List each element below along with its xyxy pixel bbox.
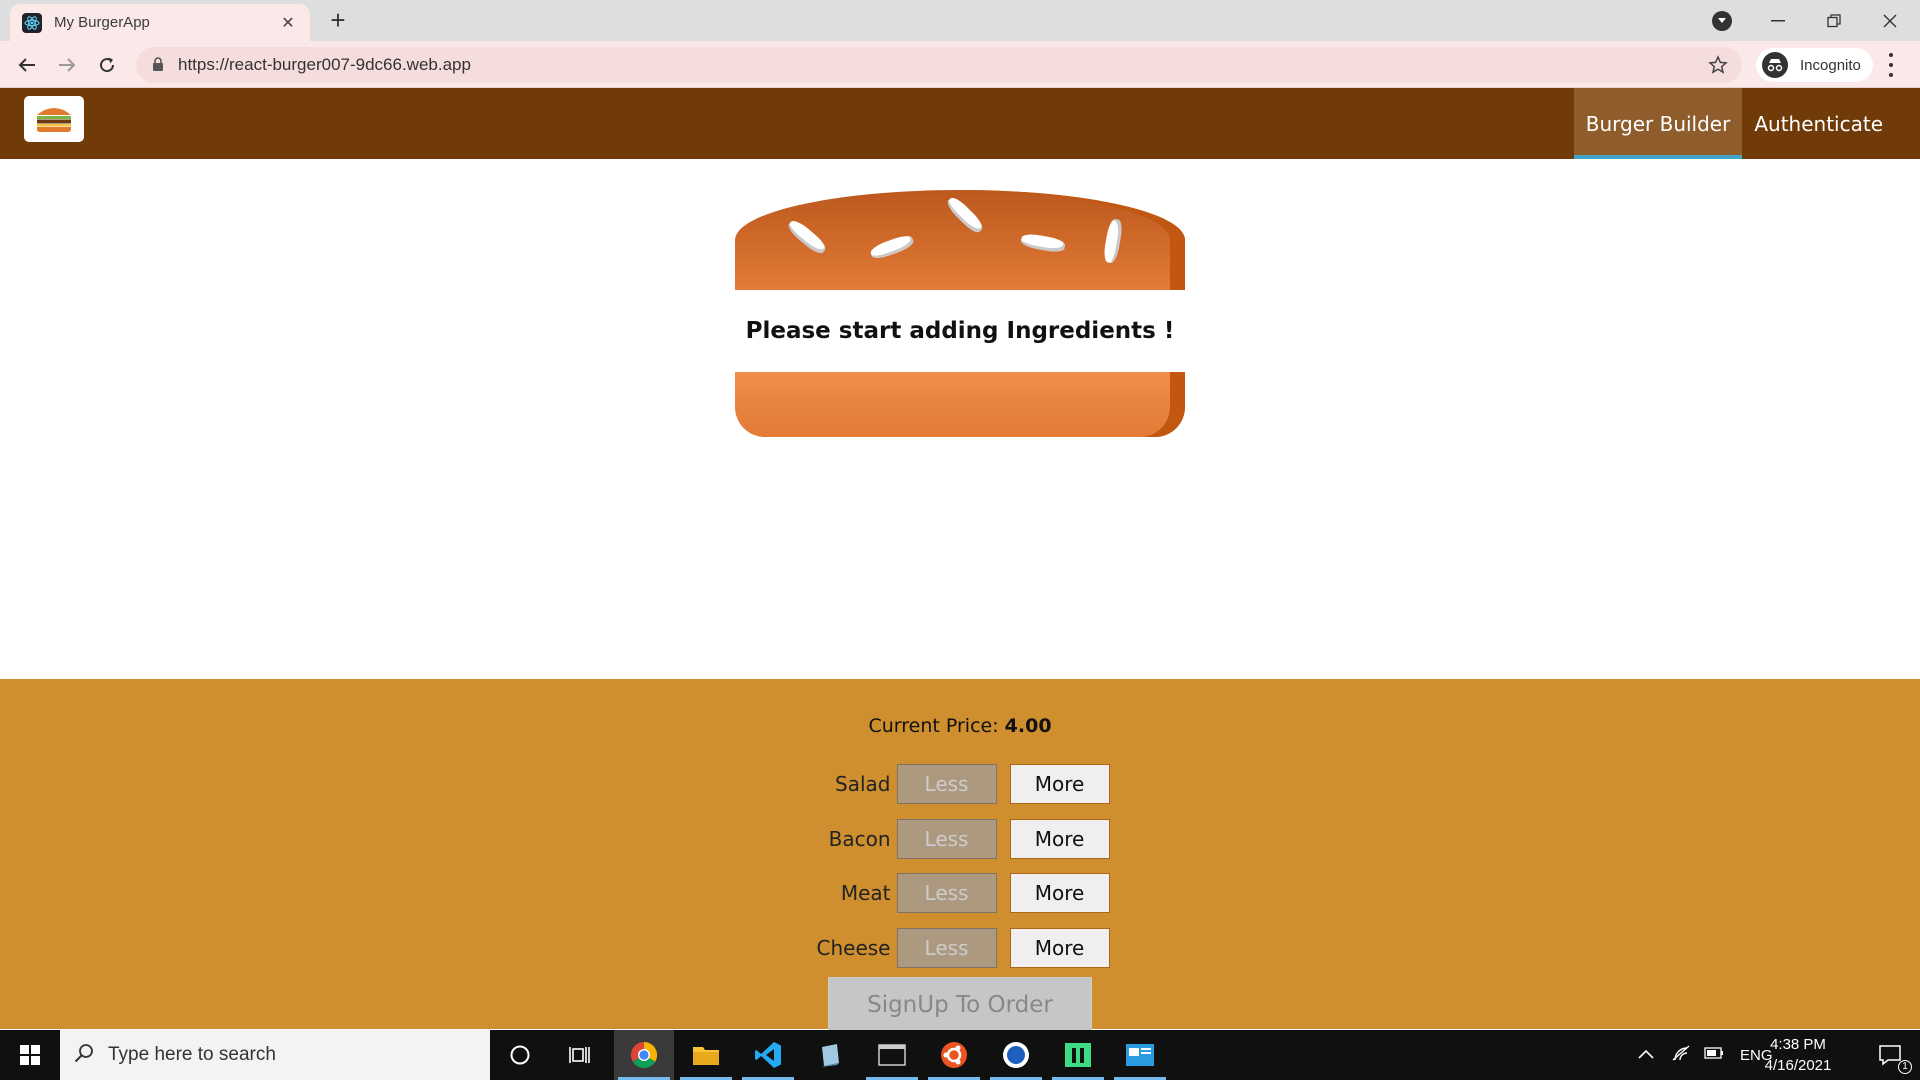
app-icon[interactable] [800, 1030, 860, 1080]
more-bacon-button[interactable]: More [1009, 819, 1110, 859]
file-explorer-icon[interactable] [676, 1030, 736, 1080]
tab-search-dropdown-icon[interactable] [1712, 11, 1732, 31]
bread-top [735, 190, 1185, 290]
less-bacon-button[interactable]: Less [896, 819, 997, 859]
notification-icon[interactable]: 1 [1860, 1030, 1920, 1080]
browser-menu-icon[interactable] [1886, 53, 1896, 77]
ingredient-control-meat: Meat Less More [0, 872, 1920, 914]
more-meat-button[interactable]: More [1009, 873, 1110, 913]
clock-time: 4:38 PM [1770, 1036, 1826, 1053]
ingredient-control-bacon: Bacon Less More [0, 818, 1920, 860]
burger-preview: Please start adding Ingredients ! [735, 190, 1185, 437]
terminal-icon[interactable] [862, 1030, 922, 1080]
seed [1102, 218, 1124, 264]
incognito-label: Incognito [1800, 56, 1861, 74]
less-meat-button[interactable]: Less [896, 873, 997, 913]
cortana-icon[interactable] [490, 1030, 550, 1080]
ingredient-control-cheese: Cheese Less More [0, 927, 1920, 969]
chevron-up-icon[interactable] [1638, 1046, 1654, 1064]
ingredient-label: Bacon [828, 827, 891, 851]
ingredient-label: Salad [835, 772, 891, 796]
taskbar-search-box[interactable]: Type here to search [60, 1030, 490, 1080]
search-placeholder: Type here to search [108, 1044, 276, 1065]
main-navigation: Burger Builder Authenticate [1573, 88, 1920, 159]
bookmark-star-icon[interactable] [1708, 55, 1728, 79]
windows-start-icon[interactable] [0, 1030, 60, 1080]
price-label: Current Price: [868, 715, 999, 737]
more-salad-button[interactable]: More [1009, 764, 1110, 804]
reload-icon[interactable] [93, 51, 121, 79]
current-price: Current Price: 4.00 [0, 715, 1920, 737]
restore-icon[interactable] [1806, 0, 1862, 41]
clock-date: 4/16/2021 [1764, 1057, 1832, 1074]
seed [1020, 232, 1066, 254]
search-icon [74, 1043, 94, 1067]
burger-logo-icon [37, 108, 71, 132]
system-tray: ENG [1638, 1030, 1773, 1080]
app-icon[interactable] [1048, 1030, 1108, 1080]
back-icon[interactable] [13, 51, 41, 79]
seed [868, 232, 916, 262]
ingredient-label: Meat [840, 881, 891, 905]
lock-icon [152, 56, 164, 75]
ingredient-label: Cheese [816, 936, 891, 960]
signup-to-order-button[interactable]: SignUp To Order [828, 977, 1092, 1033]
ingredient-control-salad: Salad Less More [0, 763, 1920, 805]
price-value: 4.00 [1004, 715, 1052, 737]
tab-title: My BurgerApp [54, 14, 150, 31]
browser-tab[interactable]: My BurgerApp ✕ [10, 4, 310, 41]
more-cheese-button[interactable]: More [1009, 928, 1110, 968]
incognito-profile-button[interactable]: Incognito [1756, 48, 1873, 82]
wifi-icon[interactable] [1672, 1044, 1690, 1066]
browser-tab-bar: My BurgerApp ✕ + [0, 0, 1920, 41]
seed [785, 217, 829, 257]
close-window-icon[interactable] [1862, 0, 1918, 41]
taskbar-clock[interactable]: 4:38 PM 4/16/2021 [1756, 1034, 1840, 1076]
seed [944, 194, 986, 236]
browser-toolbar: https://react-burger007-9dc66.web.app In… [0, 41, 1920, 88]
less-salad-button[interactable]: Less [896, 764, 997, 804]
app-toolbar: Burger Builder Authenticate [0, 88, 1920, 159]
empty-burger-message: Please start adding Ingredients ! [745, 318, 1175, 344]
incognito-icon [1762, 52, 1788, 78]
less-cheese-button[interactable]: Less [896, 928, 997, 968]
battery-icon[interactable] [1704, 1046, 1724, 1064]
bread-bottom [735, 372, 1185, 437]
minimize-icon[interactable] [1750, 0, 1806, 41]
nav-authenticate[interactable]: Authenticate [1742, 88, 1920, 159]
tab-close-icon[interactable]: ✕ [278, 13, 298, 32]
url-text: https://react-burger007-9dc66.web.app [178, 55, 471, 74]
new-tab-icon[interactable]: + [324, 7, 352, 35]
burger-logo [24, 96, 84, 142]
forward-icon[interactable] [53, 51, 81, 79]
react-favicon-icon [22, 12, 42, 33]
chrome-taskbar-icon[interactable] [614, 1030, 674, 1080]
task-view-icon[interactable] [550, 1030, 610, 1080]
nav-burger-builder[interactable]: Burger Builder [1573, 88, 1743, 159]
notification-count-badge: 1 [1898, 1060, 1912, 1074]
build-controls: Current Price: 4.00 Salad Less More Baco… [0, 679, 1920, 1033]
ubuntu-icon[interactable] [924, 1030, 984, 1080]
app-icon[interactable] [986, 1030, 1046, 1080]
app-icon[interactable] [1110, 1030, 1170, 1080]
vscode-icon[interactable] [738, 1030, 798, 1080]
address-bar[interactable]: https://react-burger007-9dc66.web.app [136, 47, 1742, 83]
windows-taskbar: Type here to search ENG 4:38 PM 4/16/202… [0, 1030, 1920, 1080]
